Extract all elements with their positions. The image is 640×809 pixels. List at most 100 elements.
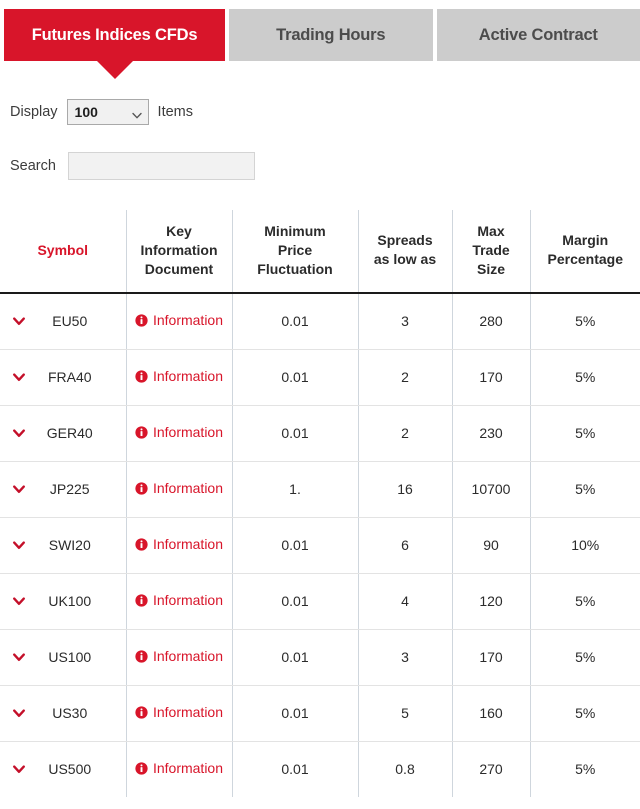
cell-max-trade-size: 120 bbox=[452, 573, 530, 629]
table-body: EU50 Information 0.01 3 280 5% bbox=[0, 293, 640, 797]
column-header-symbol[interactable]: Symbol bbox=[0, 210, 126, 293]
information-link[interactable]: Information bbox=[135, 760, 223, 776]
table-row[interactable]: US30 Information 0.01 5 160 5% bbox=[0, 685, 640, 741]
information-link-label: Information bbox=[153, 648, 223, 664]
cell-key-information-document: Information bbox=[126, 741, 232, 797]
tab-label: Active Contract bbox=[479, 26, 598, 45]
tab-label: Trading Hours bbox=[276, 26, 385, 45]
table-row[interactable]: US500 Information 0.01 0.8 270 5% bbox=[0, 741, 640, 797]
cell-spread: 4 bbox=[358, 573, 452, 629]
info-icon bbox=[135, 650, 148, 663]
cell-symbol: GER40 bbox=[0, 405, 126, 461]
table-row[interactable]: UK100 Information 0.01 4 120 5% bbox=[0, 573, 640, 629]
info-icon bbox=[135, 370, 148, 383]
information-link[interactable]: Information bbox=[135, 648, 223, 664]
info-icon bbox=[135, 706, 148, 719]
column-header-line: Spreads bbox=[377, 232, 432, 248]
information-link[interactable]: Information bbox=[135, 536, 223, 552]
cell-spread: 3 bbox=[358, 293, 452, 350]
cell-key-information-document: Information bbox=[126, 461, 232, 517]
cell-symbol: EU50 bbox=[0, 293, 126, 350]
active-tab-pointer-icon bbox=[97, 61, 133, 79]
cell-max-trade-size: 280 bbox=[452, 293, 530, 350]
search-label: Search bbox=[10, 158, 56, 174]
cell-spread: 6 bbox=[358, 517, 452, 573]
cell-key-information-document: Information bbox=[126, 293, 232, 350]
column-header-key-information-document[interactable]: Key Information Document bbox=[126, 210, 232, 293]
cell-minimum-price-fluctuation: 0.01 bbox=[232, 573, 358, 629]
cell-symbol: US500 bbox=[0, 741, 126, 797]
search-input[interactable] bbox=[68, 152, 255, 180]
column-header-line: Key bbox=[166, 223, 192, 239]
symbol-text: GER40 bbox=[26, 425, 126, 441]
table-header-row: Symbol Key Information Document Minimum … bbox=[0, 210, 640, 293]
column-header-line: Margin bbox=[562, 232, 608, 248]
display-count-value: 100 bbox=[75, 104, 98, 120]
information-link[interactable]: Information bbox=[135, 704, 223, 720]
tab-trading-hours[interactable]: Trading Hours bbox=[229, 9, 433, 61]
chevron-down-icon[interactable] bbox=[12, 650, 26, 664]
chevron-down-icon[interactable] bbox=[12, 370, 26, 384]
cell-margin-percentage: 5% bbox=[530, 685, 640, 741]
table-header: Symbol Key Information Document Minimum … bbox=[0, 210, 640, 293]
cell-margin-percentage: 5% bbox=[530, 293, 640, 350]
table-row[interactable]: EU50 Information 0.01 3 280 5% bbox=[0, 293, 640, 350]
cell-spread: 3 bbox=[358, 629, 452, 685]
chevron-down-icon[interactable] bbox=[12, 762, 26, 776]
information-link[interactable]: Information bbox=[135, 424, 223, 440]
symbol-text: FRA40 bbox=[26, 369, 126, 385]
cell-spread: 0.8 bbox=[358, 741, 452, 797]
information-link-label: Information bbox=[153, 368, 223, 384]
table-row[interactable]: SWI20 Information 0.01 6 90 10% bbox=[0, 517, 640, 573]
column-header-max-trade-size[interactable]: Max Trade Size bbox=[452, 210, 530, 293]
cell-max-trade-size: 270 bbox=[452, 741, 530, 797]
cell-minimum-price-fluctuation: 0.01 bbox=[232, 629, 358, 685]
symbol-text: UK100 bbox=[26, 593, 126, 609]
information-link-label: Information bbox=[153, 312, 223, 328]
information-link-label: Information bbox=[153, 760, 223, 776]
information-link-label: Information bbox=[153, 704, 223, 720]
information-link[interactable]: Information bbox=[135, 480, 223, 496]
column-header-spreads-as-low-as[interactable]: Spreads as low as bbox=[358, 210, 452, 293]
tab-active-contract[interactable]: Active Contract bbox=[437, 9, 640, 61]
table-row[interactable]: US100 Information 0.01 3 170 5% bbox=[0, 629, 640, 685]
cell-margin-percentage: 5% bbox=[530, 405, 640, 461]
cell-max-trade-size: 160 bbox=[452, 685, 530, 741]
column-header-line: Trade bbox=[472, 242, 509, 258]
table-row[interactable]: FRA40 Information 0.01 2 170 5% bbox=[0, 349, 640, 405]
column-header-line: Percentage bbox=[548, 251, 623, 267]
table-row[interactable]: JP225 Information 1. 16 10700 5% bbox=[0, 461, 640, 517]
cell-key-information-document: Information bbox=[126, 629, 232, 685]
cell-spread: 2 bbox=[358, 349, 452, 405]
information-link-label: Information bbox=[153, 592, 223, 608]
information-link[interactable]: Information bbox=[135, 368, 223, 384]
cell-spread: 16 bbox=[358, 461, 452, 517]
column-header-margin-percentage[interactable]: Margin Percentage bbox=[530, 210, 640, 293]
chevron-down-icon[interactable] bbox=[12, 426, 26, 440]
information-link[interactable]: Information bbox=[135, 592, 223, 608]
cell-minimum-price-fluctuation: 0.01 bbox=[232, 685, 358, 741]
column-header-line: Document bbox=[145, 261, 213, 277]
cell-symbol: SWI20 bbox=[0, 517, 126, 573]
futures-indices-table: Symbol Key Information Document Minimum … bbox=[0, 210, 640, 797]
information-link[interactable]: Information bbox=[135, 312, 223, 328]
cell-spread: 5 bbox=[358, 685, 452, 741]
column-header-minimum-price-fluctuation[interactable]: Minimum Price Fluctuation bbox=[232, 210, 358, 293]
chevron-down-icon[interactable] bbox=[12, 594, 26, 608]
cell-max-trade-size: 230 bbox=[452, 405, 530, 461]
display-count-select[interactable]: 100 bbox=[67, 99, 149, 125]
table-row[interactable]: GER40 Information 0.01 2 230 5% bbox=[0, 405, 640, 461]
cell-symbol: FRA40 bbox=[0, 349, 126, 405]
chevron-down-icon[interactable] bbox=[12, 482, 26, 496]
symbol-text: US30 bbox=[26, 705, 126, 721]
information-link-label: Information bbox=[153, 424, 223, 440]
tab-futures-indices-cfds[interactable]: Futures Indices CFDs bbox=[4, 9, 225, 61]
chevron-down-icon[interactable] bbox=[12, 314, 26, 328]
display-label: Display bbox=[10, 104, 58, 120]
column-header-line: Information bbox=[141, 242, 218, 258]
column-header-line: Size bbox=[477, 261, 505, 277]
chevron-down-icon[interactable] bbox=[12, 538, 26, 552]
info-icon bbox=[135, 482, 148, 495]
info-icon bbox=[135, 762, 148, 775]
chevron-down-icon[interactable] bbox=[12, 706, 26, 720]
